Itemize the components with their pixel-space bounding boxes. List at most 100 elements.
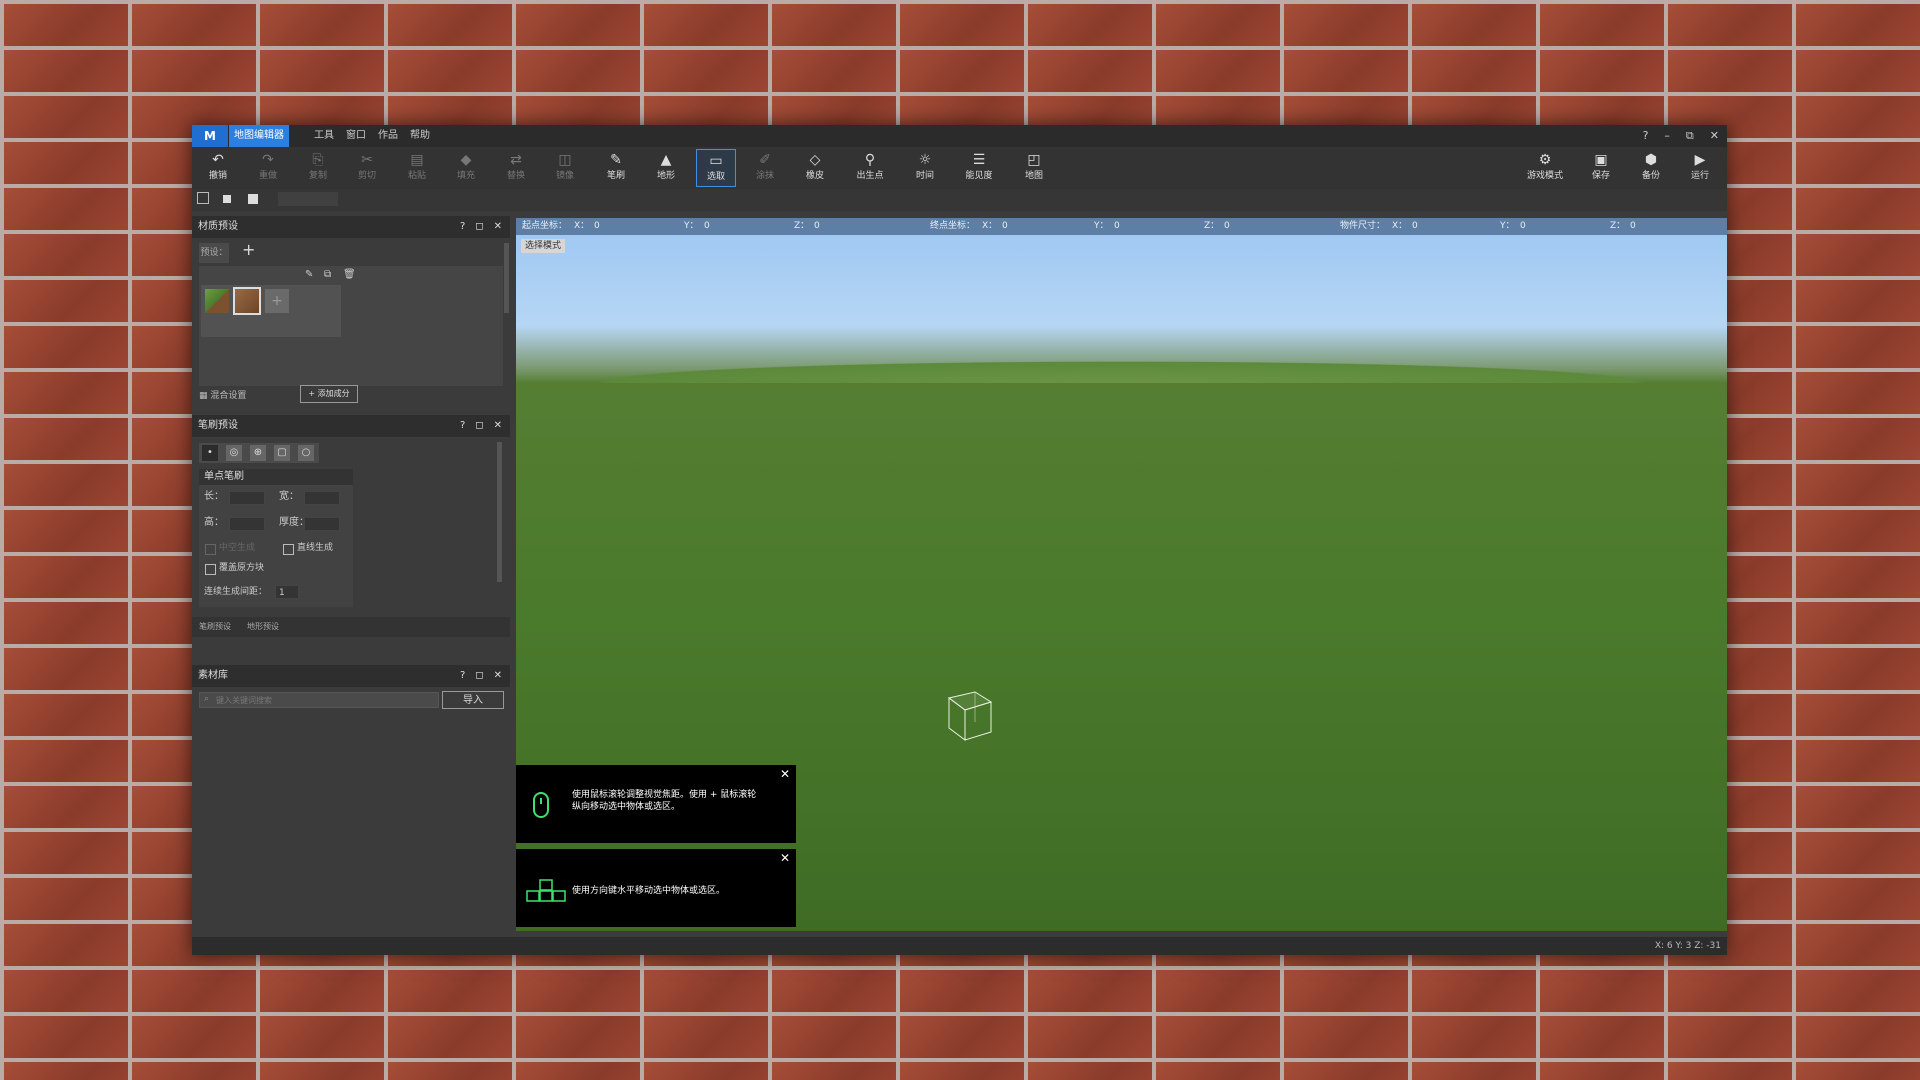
backup-button[interactable]: ⬢ 备份 (1631, 149, 1671, 187)
time-label: 时间 (915, 171, 934, 181)
help-icon[interactable]: ? (460, 665, 465, 687)
brush-scrollbar[interactable] (497, 442, 502, 582)
arrow-keys-hint-text: 使用方向键水平移动选中物体或选区。 (572, 886, 726, 896)
height-input[interactable] (229, 517, 265, 531)
stack-icon[interactable] (248, 194, 258, 204)
run-button[interactable]: ▶ 运行 (1680, 149, 1720, 187)
hollow-label: 中空生成 (219, 543, 256, 553)
save-icon: ▣ (1594, 152, 1608, 168)
close-icon[interactable]: ✕ (780, 767, 790, 781)
material-panel: 预设： + ✎ ⧉ 🗑 + ▦ 混合设置 + 添加成分 (192, 238, 510, 410)
mouse-icon (533, 792, 549, 818)
undo-label: 撤销 (208, 171, 227, 181)
menu-window[interactable]: 窗口 (346, 125, 366, 147)
add-preset-button[interactable]: + (242, 240, 255, 259)
import-button[interactable]: 导入 (442, 691, 504, 709)
close-icon[interactable]: ✕ (1710, 125, 1719, 147)
width-label: 宽： (279, 491, 299, 502)
asset-search[interactable]: ⌕ 键入关键词搜索 (199, 692, 439, 708)
copy-label: 复制 (308, 171, 327, 181)
end-coord-label: 终点坐标： (930, 221, 976, 231)
cut-button[interactable]: ✂ 剪切 (347, 149, 387, 187)
copy-button[interactable]: ⎘ 复制 (298, 149, 338, 187)
help-icon[interactable]: ? (460, 415, 465, 437)
solid-square-icon[interactable] (223, 195, 231, 203)
brush-panel: • ◎ ⊕ ▢ ○ 单点笔刷 长： 宽： 高： 厚度： 中空生成 直线生成 覆盖… (192, 437, 510, 637)
close-icon[interactable]: ✕ (780, 851, 790, 865)
spawn-point-label: 出生点 (856, 171, 884, 181)
brush-label: 笔刷 (606, 171, 625, 181)
brush-button[interactable]: ✎ 笔刷 (596, 149, 636, 187)
end-z-label: Z： (1204, 221, 1220, 231)
spawn-point-button[interactable]: ⚲ 出生点 (850, 149, 890, 187)
material-scrollbar[interactable] (504, 243, 509, 313)
point-brush-icon[interactable]: • (202, 445, 218, 461)
size-x-value: 0 (1412, 221, 1418, 231)
mouse-hint-popup: 使用鼠标滚轮调整视觉焦距。使用 + 鼠标滚轮纵向移动选中物体或选区。 ✕ (516, 765, 796, 843)
time-button[interactable]: ☼ 时间 (905, 149, 945, 187)
select-button[interactable]: ▭ 选取 (696, 149, 736, 187)
selection-cube[interactable] (941, 688, 1001, 748)
start-y-value: 0 (704, 221, 710, 231)
length-input[interactable] (229, 491, 265, 505)
thickness-input[interactable] (304, 517, 340, 531)
grass-block-swatch[interactable] (205, 289, 229, 313)
globe-brush-icon[interactable]: ⊕ (250, 445, 266, 461)
interval-label: 连续生成间距： (204, 587, 268, 597)
menu-works[interactable]: 作品 (378, 125, 398, 147)
eraser-button[interactable]: ◇ 橡皮 (795, 149, 835, 187)
tab-brush-presets[interactable]: 笔刷预设 (199, 621, 231, 632)
replace-button[interactable]: ⇄ 替换 (496, 149, 536, 187)
tab-terrain-presets[interactable]: 地形预设 (247, 621, 279, 632)
interval-input[interactable]: 1 (275, 585, 299, 599)
run-label: 运行 (1690, 171, 1709, 181)
cube-brush-icon[interactable]: ▢ (274, 445, 290, 461)
logo-menu-button[interactable]: M (192, 125, 228, 147)
preset-tab[interactable]: 预设： (199, 243, 229, 263)
mirror-button[interactable]: ◫ 镜像 (545, 149, 585, 187)
cylinder-brush-icon[interactable]: ○ (298, 445, 314, 461)
minimize-icon[interactable]: – (1664, 125, 1670, 147)
menu-help[interactable]: 帮助 (410, 125, 430, 147)
fill-button[interactable]: ◆ 填充 (446, 149, 486, 187)
delete-icon[interactable]: 🗑 (343, 269, 356, 280)
close-icon[interactable]: ✕ (494, 216, 502, 238)
float-icon[interactable]: ◻ (475, 665, 483, 687)
hollow-checkbox[interactable] (205, 544, 216, 555)
sphere-brush-icon[interactable]: ◎ (226, 445, 242, 461)
paste-button[interactable]: ▤ 粘贴 (397, 149, 437, 187)
float-icon[interactable]: ◻ (475, 216, 483, 238)
save-button[interactable]: ▣ 保存 (1581, 149, 1621, 187)
undo-button[interactable]: ↶ 撤销 (198, 149, 238, 187)
sun-icon: ☼ (918, 152, 932, 168)
blend-settings[interactable]: ▦ 混合设置 (199, 388, 246, 401)
map-button[interactable]: ◰ 地图 (1014, 149, 1054, 187)
line-checkbox[interactable] (283, 544, 294, 555)
close-icon[interactable]: ✕ (494, 415, 502, 437)
redo-button[interactable]: ↷ 重做 (248, 149, 288, 187)
game-mode-button[interactable]: ⚙ 游戏模式 (1522, 149, 1568, 187)
smudge-button[interactable]: ✐ 涂抹 (745, 149, 785, 187)
duplicate-icon[interactable]: ⧉ (324, 269, 331, 280)
cover-checkbox[interactable] (205, 564, 216, 575)
game-mode-label: 游戏模式 (1526, 171, 1563, 181)
float-icon[interactable]: ◻ (475, 415, 483, 437)
help-icon[interactable]: ? (1643, 125, 1649, 147)
dirt-block-swatch[interactable] (233, 287, 261, 315)
terrain-button[interactable]: ▲ 地形 (646, 149, 686, 187)
subtool-dropdown[interactable] (278, 192, 338, 206)
add-component-button[interactable]: + 添加成分 (300, 385, 358, 403)
width-input[interactable] (304, 491, 340, 505)
menu-tools[interactable]: 工具 (314, 125, 334, 147)
restore-icon[interactable]: ⧉ (1686, 125, 1694, 147)
paste-icon: ▤ (410, 152, 424, 168)
mirror-icon: ◫ (558, 152, 572, 168)
help-icon[interactable]: ? (460, 216, 465, 238)
edit-icon[interactable]: ✎ (305, 269, 313, 280)
app-title-tab[interactable]: 地图编辑器 (229, 125, 289, 147)
play-icon: ▶ (1694, 152, 1706, 168)
visibility-button[interactable]: ☰ 能见度 (959, 149, 999, 187)
select-box-icon[interactable] (197, 192, 209, 204)
add-material-button[interactable]: + (265, 289, 289, 313)
close-icon[interactable]: ✕ (494, 665, 502, 687)
